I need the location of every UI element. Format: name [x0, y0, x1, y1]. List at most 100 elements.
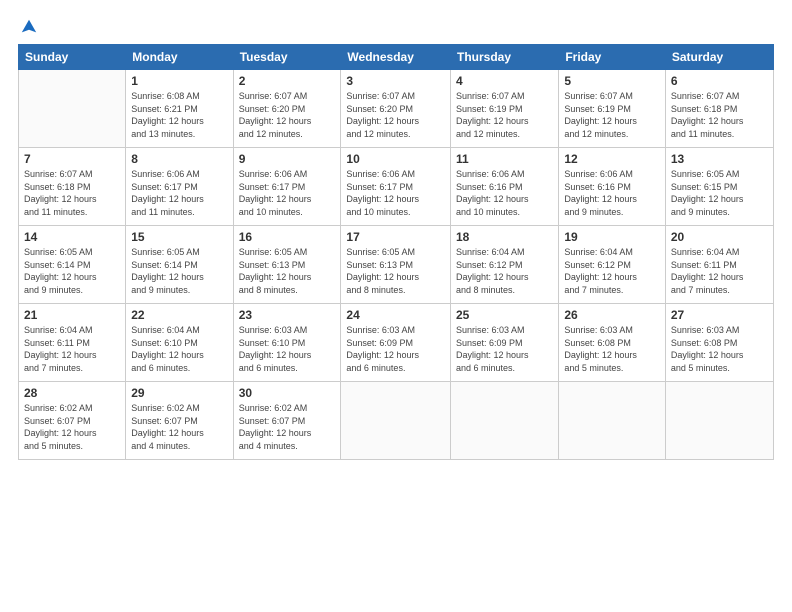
logo — [18, 18, 38, 36]
day-info: Sunrise: 6:04 AM Sunset: 6:11 PM Dayligh… — [24, 324, 120, 374]
day-number: 23 — [239, 308, 336, 322]
day-info: Sunrise: 6:06 AM Sunset: 6:16 PM Dayligh… — [564, 168, 660, 218]
day-info: Sunrise: 6:07 AM Sunset: 6:18 PM Dayligh… — [24, 168, 120, 218]
day-number: 3 — [346, 74, 445, 88]
day-header-sunday: Sunday — [19, 45, 126, 70]
day-info: Sunrise: 6:07 AM Sunset: 6:19 PM Dayligh… — [456, 90, 553, 140]
day-header-saturday: Saturday — [665, 45, 773, 70]
week-row: 21 Sunrise: 6:04 AM Sunset: 6:11 PM Dayli… — [19, 304, 774, 382]
day-number: 26 — [564, 308, 660, 322]
day-info: Sunrise: 6:04 AM Sunset: 6:11 PM Dayligh… — [671, 246, 768, 296]
header-row: SundayMondayTuesdayWednesdayThursdayFrid… — [19, 45, 774, 70]
day-cell: 18 Sunrise: 6:04 AM Sunset: 6:12 PM Dayli… — [451, 226, 559, 304]
day-number: 9 — [239, 152, 336, 166]
day-info: Sunrise: 6:07 AM Sunset: 6:20 PM Dayligh… — [346, 90, 445, 140]
day-number: 8 — [131, 152, 227, 166]
day-number: 7 — [24, 152, 120, 166]
day-info: Sunrise: 6:06 AM Sunset: 6:17 PM Dayligh… — [346, 168, 445, 218]
day-number: 28 — [24, 386, 120, 400]
day-number: 25 — [456, 308, 553, 322]
day-header-wednesday: Wednesday — [341, 45, 451, 70]
header — [18, 18, 774, 36]
day-cell: 6 Sunrise: 6:07 AM Sunset: 6:18 PM Daylig… — [665, 70, 773, 148]
day-info: Sunrise: 6:05 AM Sunset: 6:15 PM Dayligh… — [671, 168, 768, 218]
day-cell: 16 Sunrise: 6:05 AM Sunset: 6:13 PM Dayli… — [233, 226, 341, 304]
day-number: 19 — [564, 230, 660, 244]
day-number: 4 — [456, 74, 553, 88]
day-info: Sunrise: 6:03 AM Sunset: 6:08 PM Dayligh… — [564, 324, 660, 374]
day-cell: 12 Sunrise: 6:06 AM Sunset: 6:16 PM Dayli… — [559, 148, 666, 226]
day-info: Sunrise: 6:07 AM Sunset: 6:20 PM Dayligh… — [239, 90, 336, 140]
day-cell — [451, 382, 559, 460]
day-cell: 27 Sunrise: 6:03 AM Sunset: 6:08 PM Dayli… — [665, 304, 773, 382]
day-info: Sunrise: 6:07 AM Sunset: 6:18 PM Dayligh… — [671, 90, 768, 140]
day-number: 16 — [239, 230, 336, 244]
day-info: Sunrise: 6:07 AM Sunset: 6:19 PM Dayligh… — [564, 90, 660, 140]
day-cell: 11Sunrise: 6:06 AM Sunset: 6:16 PM Dayli… — [451, 148, 559, 226]
day-cell: 21 Sunrise: 6:04 AM Sunset: 6:11 PM Dayli… — [19, 304, 126, 382]
day-info: Sunrise: 6:04 AM Sunset: 6:12 PM Dayligh… — [564, 246, 660, 296]
day-cell: 19 Sunrise: 6:04 AM Sunset: 6:12 PM Dayli… — [559, 226, 666, 304]
day-number: 1 — [131, 74, 227, 88]
day-number: 14 — [24, 230, 120, 244]
day-number: 27 — [671, 308, 768, 322]
day-header-friday: Friday — [559, 45, 666, 70]
calendar-body: 1Sunrise: 6:08 AM Sunset: 6:21 PM Daylig… — [19, 70, 774, 460]
day-cell: 22Sunrise: 6:04 AM Sunset: 6:10 PM Dayli… — [126, 304, 233, 382]
day-cell: 13 Sunrise: 6:05 AM Sunset: 6:15 PM Dayli… — [665, 148, 773, 226]
day-info: Sunrise: 6:06 AM Sunset: 6:16 PM Dayligh… — [456, 168, 553, 218]
week-row: 1Sunrise: 6:08 AM Sunset: 6:21 PM Daylig… — [19, 70, 774, 148]
day-cell — [665, 382, 773, 460]
day-cell: 20 Sunrise: 6:04 AM Sunset: 6:11 PM Dayli… — [665, 226, 773, 304]
day-info: Sunrise: 6:05 AM Sunset: 6:13 PM Dayligh… — [346, 246, 445, 296]
day-number: 15 — [131, 230, 227, 244]
day-header-thursday: Thursday — [451, 45, 559, 70]
day-info: Sunrise: 6:04 AM Sunset: 6:10 PM Dayligh… — [131, 324, 227, 374]
day-cell: 8 Sunrise: 6:06 AM Sunset: 6:17 PM Daylig… — [126, 148, 233, 226]
day-info: Sunrise: 6:02 AM Sunset: 6:07 PM Dayligh… — [24, 402, 120, 452]
week-row: 14 Sunrise: 6:05 AM Sunset: 6:14 PM Dayli… — [19, 226, 774, 304]
day-info: Sunrise: 6:05 AM Sunset: 6:13 PM Dayligh… — [239, 246, 336, 296]
day-info: Sunrise: 6:04 AM Sunset: 6:12 PM Dayligh… — [456, 246, 553, 296]
day-number: 6 — [671, 74, 768, 88]
day-number: 17 — [346, 230, 445, 244]
day-header-monday: Monday — [126, 45, 233, 70]
day-cell — [341, 382, 451, 460]
calendar: SundayMondayTuesdayWednesdayThursdayFrid… — [18, 44, 774, 460]
week-row: 7 Sunrise: 6:07 AM Sunset: 6:18 PM Daylig… — [19, 148, 774, 226]
day-number: 29 — [131, 386, 227, 400]
day-number: 21 — [24, 308, 120, 322]
week-row: 28 Sunrise: 6:02 AM Sunset: 6:07 PM Dayli… — [19, 382, 774, 460]
day-info: Sunrise: 6:02 AM Sunset: 6:07 PM Dayligh… — [239, 402, 336, 452]
page: SundayMondayTuesdayWednesdayThursdayFrid… — [0, 0, 792, 612]
day-info: Sunrise: 6:06 AM Sunset: 6:17 PM Dayligh… — [131, 168, 227, 218]
day-cell — [559, 382, 666, 460]
day-cell: 10 Sunrise: 6:06 AM Sunset: 6:17 PM Dayli… — [341, 148, 451, 226]
day-cell: 29Sunrise: 6:02 AM Sunset: 6:07 PM Dayli… — [126, 382, 233, 460]
day-cell: 9 Sunrise: 6:06 AM Sunset: 6:17 PM Daylig… — [233, 148, 341, 226]
day-cell: 7 Sunrise: 6:07 AM Sunset: 6:18 PM Daylig… — [19, 148, 126, 226]
day-cell: 15Sunrise: 6:05 AM Sunset: 6:14 PM Dayli… — [126, 226, 233, 304]
logo-icon — [20, 18, 38, 36]
day-number: 13 — [671, 152, 768, 166]
day-number: 18 — [456, 230, 553, 244]
day-number: 12 — [564, 152, 660, 166]
day-number: 20 — [671, 230, 768, 244]
day-info: Sunrise: 6:05 AM Sunset: 6:14 PM Dayligh… — [24, 246, 120, 296]
day-info: Sunrise: 6:06 AM Sunset: 6:17 PM Dayligh… — [239, 168, 336, 218]
day-info: Sunrise: 6:03 AM Sunset: 6:08 PM Dayligh… — [671, 324, 768, 374]
day-cell: 4 Sunrise: 6:07 AM Sunset: 6:19 PM Daylig… — [451, 70, 559, 148]
day-number: 10 — [346, 152, 445, 166]
day-number: 24 — [346, 308, 445, 322]
day-cell: 1Sunrise: 6:08 AM Sunset: 6:21 PM Daylig… — [126, 70, 233, 148]
day-number: 5 — [564, 74, 660, 88]
day-cell — [19, 70, 126, 148]
day-cell: 5 Sunrise: 6:07 AM Sunset: 6:19 PM Daylig… — [559, 70, 666, 148]
day-cell: 2 Sunrise: 6:07 AM Sunset: 6:20 PM Daylig… — [233, 70, 341, 148]
day-cell: 3 Sunrise: 6:07 AM Sunset: 6:20 PM Daylig… — [341, 70, 451, 148]
day-number: 2 — [239, 74, 336, 88]
day-header-tuesday: Tuesday — [233, 45, 341, 70]
day-cell: 24Sunrise: 6:03 AM Sunset: 6:09 PM Dayli… — [341, 304, 451, 382]
day-cell: 14 Sunrise: 6:05 AM Sunset: 6:14 PM Dayli… — [19, 226, 126, 304]
day-cell: 23Sunrise: 6:03 AM Sunset: 6:10 PM Dayli… — [233, 304, 341, 382]
